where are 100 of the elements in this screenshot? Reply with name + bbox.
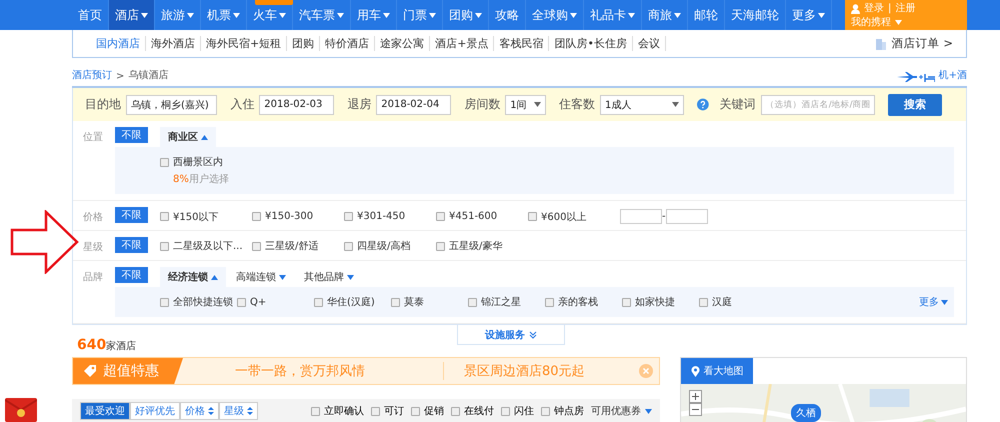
filter-checkbox[interactable]: 三星级/舒适 [252,239,344,253]
filter-label: 价格 [83,210,104,224]
caret-down-icon [672,102,679,107]
filter-tab[interactable]: 商业区 [160,127,216,147]
sort-tab[interactable]: 好评优先 [130,402,180,420]
view-map-button[interactable]: 看大地图 [681,358,753,384]
filter-checkbox[interactable]: 锦江之星 [468,295,545,309]
sort-tab[interactable]: 最受欢迎 [80,402,130,420]
subnav-link[interactable]: 会议 [632,36,666,51]
filter-checkbox[interactable]: 西栅景区内 [160,155,280,169]
nav-tab[interactable]: 攻略 [489,0,526,30]
user-icon [851,4,860,14]
filter-checkbox[interactable]: 可订 [371,404,404,418]
filter-checkbox[interactable]: 如家快捷 [622,295,699,309]
envelope-icon [5,398,37,422]
input-field[interactable]: 乌镇，桐乡(嘉兴) [126,94,218,114]
subnav-link[interactable]: 团购 [287,36,320,51]
subnav-link[interactable]: 海外民宿+短租 [201,36,288,51]
nav-tab[interactable]: 天海邮轮 [725,0,786,30]
nav-tab[interactable]: 商旅 [642,0,688,30]
flight-hotel-link[interactable]: 机+酒 [938,68,967,82]
filter-tab[interactable]: 高端连锁 [228,267,294,287]
filter-checkbox[interactable]: 立即确认 [311,404,364,418]
filter-checkbox[interactable]: ¥600以上 [528,210,620,224]
tag-icon [83,364,97,378]
facilities-tab[interactable]: 设施服务 [457,325,565,345]
subnav-link[interactable]: 途家公寓 [375,36,430,51]
arrow-annotation [10,210,80,274]
input-field[interactable]: 2018-02-03 [259,94,334,114]
max-price-field[interactable] [666,209,708,224]
subnav-link[interactable]: 团队房•长住房 [549,36,633,51]
subnav-link[interactable]: 特价酒店 [320,36,376,51]
caret-up-icon [201,134,208,140]
nav-tab[interactable]: 用车 [351,0,397,30]
field-label: 目的地 [85,96,121,113]
nav-tab[interactable]: 机票 [201,0,247,30]
search-button[interactable]: 搜索 [888,94,942,116]
filter-checkbox[interactable]: ¥150以下 [160,210,252,224]
filter-label: 星级 [83,241,104,254]
subnav-link[interactable]: 海外酒店 [146,36,201,51]
filter-checkbox[interactable]: 在线付 [451,404,494,418]
nav-tab[interactable]: 酒店 [109,0,155,30]
filter-checkbox[interactable]: 促销 [411,404,444,418]
banner-title: 超值特惠 [103,362,159,380]
filter-checkbox[interactable]: 亲的客栈 [545,295,622,309]
min-price-field[interactable] [620,209,662,224]
filter-checkbox[interactable]: 全部快捷连锁 [160,295,237,309]
help-icon[interactable] [696,98,709,111]
any-option[interactable]: 不限 [115,207,148,223]
caret-down-icon [941,300,948,304]
select-field[interactable]: 1间 [505,94,546,114]
filter-checkbox[interactable]: 五星级/豪华 [436,239,528,253]
zoom-out-icon[interactable] [689,403,702,416]
hotel-orders-link[interactable]: 酒店订单 > [886,36,958,51]
nav-tab[interactable]: 全球购 [526,0,584,30]
nav-tab[interactable]: 火车 [247,0,293,30]
nav-tab[interactable]: 旅游 [155,0,201,30]
filter-checkbox[interactable]: ¥451-600 [436,211,528,222]
more-link[interactable]: 更多 [919,295,948,309]
chevron-down-icon [529,330,537,338]
map-marker[interactable]: 久栖 [791,404,821,422]
banner-text: 景区周边酒店80元起 [443,362,585,380]
input-field[interactable]: 2018-02-04 [376,94,452,114]
sort-tab[interactable]: 价格 [180,402,219,420]
field-label: 房间数 [464,96,500,113]
field-label: 关键词 [720,96,756,113]
breadcrumb-link[interactable]: 酒店预订 [72,68,112,82]
filter-checkbox[interactable]: 莫泰 [391,295,468,309]
field-label: 退房 [347,96,372,113]
share-note: 8%用户选择 [172,172,230,186]
nav-tab[interactable]: 门票 [397,0,443,30]
sort-tab[interactable]: 星级 [219,402,258,420]
filter-checkbox[interactable]: Q+ [237,296,314,308]
any-option[interactable]: 不限 [115,237,148,253]
filter-checkbox[interactable]: 二星级及以下... [160,239,252,253]
any-option[interactable]: 不限 [115,127,148,143]
filter-checkbox[interactable]: 华住(汉庭) [314,295,391,309]
filter-tab[interactable]: 经济连锁 [160,267,226,287]
caret-down-icon [895,20,902,25]
filter-checkbox[interactable]: 四星级/高档 [344,239,436,253]
filter-tab[interactable]: 其他品牌 [296,267,362,287]
filter-checkbox[interactable]: 钟点房 [541,404,584,418]
nav-tab[interactable]: 更多 [786,0,832,30]
subnav-link[interactable]: 国内酒店 [91,36,146,51]
filter-checkbox[interactable]: ¥150-300 [252,211,344,222]
nav-tab[interactable]: 邮轮 [688,0,725,30]
any-option[interactable]: 不限 [115,267,148,283]
coupon-dropdown[interactable]: 可用优惠券 [591,404,652,418]
filter-checkbox[interactable]: ¥301-450 [344,211,436,222]
select-field[interactable]: 1成人 [600,94,684,114]
zoom-in-icon[interactable] [689,390,702,403]
subnav-link[interactable]: 客栈民宿 [494,36,550,51]
nav-tab[interactable]: 汽车票 [293,0,351,30]
nav-tab[interactable]: 团购 [443,0,489,30]
nav-tab[interactable]: 礼品卡 [584,0,642,30]
caret-down-icon [645,408,652,414]
filter-checkbox[interactable]: 汉庭 [699,295,776,309]
filter-checkbox[interactable]: 闪住 [501,404,534,418]
banner-text: 一带一路，赏万邦风情 [235,363,365,380]
subnav-link[interactable]: 酒店+景点 [430,36,494,51]
